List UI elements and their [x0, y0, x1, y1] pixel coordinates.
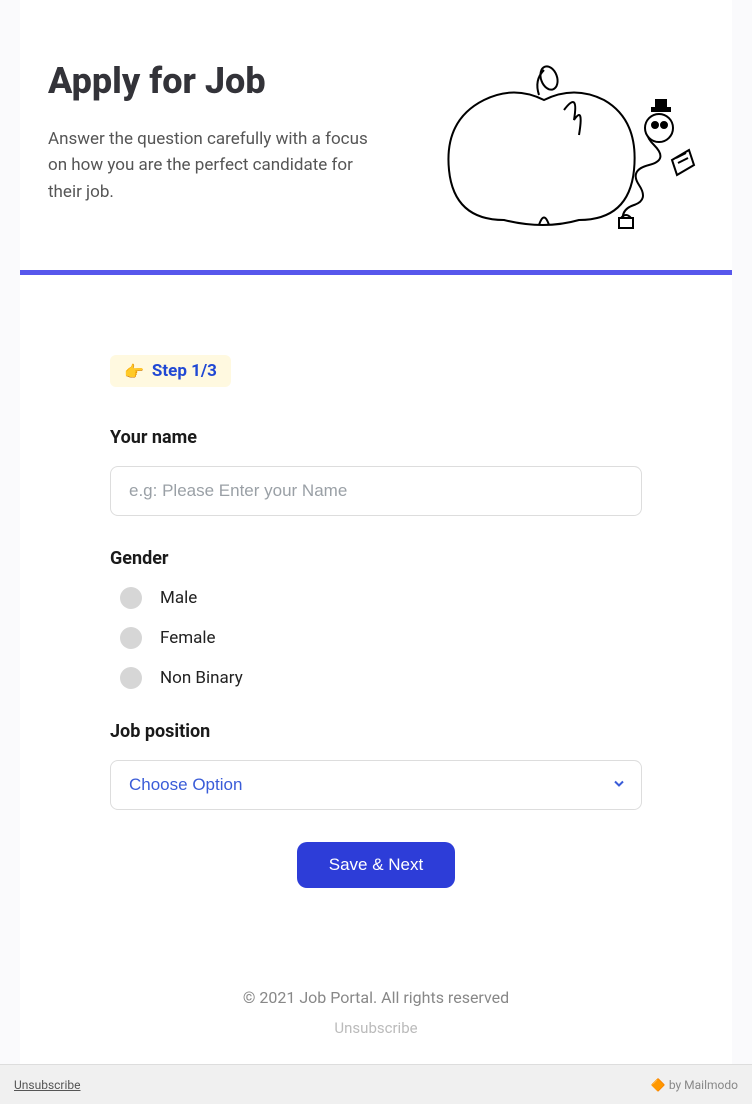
gender-radio-male[interactable]: Male — [120, 587, 642, 609]
page-subtitle: Answer the question carefully with a foc… — [48, 126, 378, 205]
radio-icon — [120, 627, 142, 649]
radio-label: Non Binary — [160, 668, 243, 688]
radio-icon — [120, 587, 142, 609]
radio-icon — [120, 667, 142, 689]
name-label: Your name — [110, 427, 642, 448]
gender-radio-nonbinary[interactable]: Non Binary — [120, 667, 642, 689]
worm-apple-illustration — [424, 60, 704, 240]
gender-radio-female[interactable]: Female — [120, 627, 642, 649]
bottom-bar: Unsubscribe 🔶 by Mailmodo — [0, 1064, 752, 1104]
worm-icon — [619, 100, 694, 228]
gender-label: Gender — [110, 548, 642, 569]
position-select[interactable]: Choose Option — [110, 760, 642, 810]
radio-label: Male — [160, 588, 197, 608]
mailmodo-credit: 🔶 by Mailmodo — [651, 1078, 738, 1092]
apple-icon — [448, 93, 634, 226]
copyright-text: © 2021 Job Portal. All rights reserved — [20, 988, 732, 1007]
unsubscribe-text: Unsubscribe — [20, 1019, 732, 1037]
header: Apply for Job Answer the question carefu… — [20, 40, 732, 275]
unsubscribe-link[interactable]: Unsubscribe — [14, 1078, 81, 1092]
pointing-icon: 👉 — [124, 362, 144, 381]
step-indicator: 👉 Step 1/3 — [110, 355, 231, 387]
position-label: Job position — [110, 721, 642, 742]
name-input[interactable] — [110, 466, 642, 516]
page-title: Apply for Job — [48, 60, 378, 102]
radio-label: Female — [160, 628, 216, 648]
save-next-button[interactable]: Save & Next — [297, 842, 456, 888]
step-label: Step 1/3 — [152, 361, 217, 381]
